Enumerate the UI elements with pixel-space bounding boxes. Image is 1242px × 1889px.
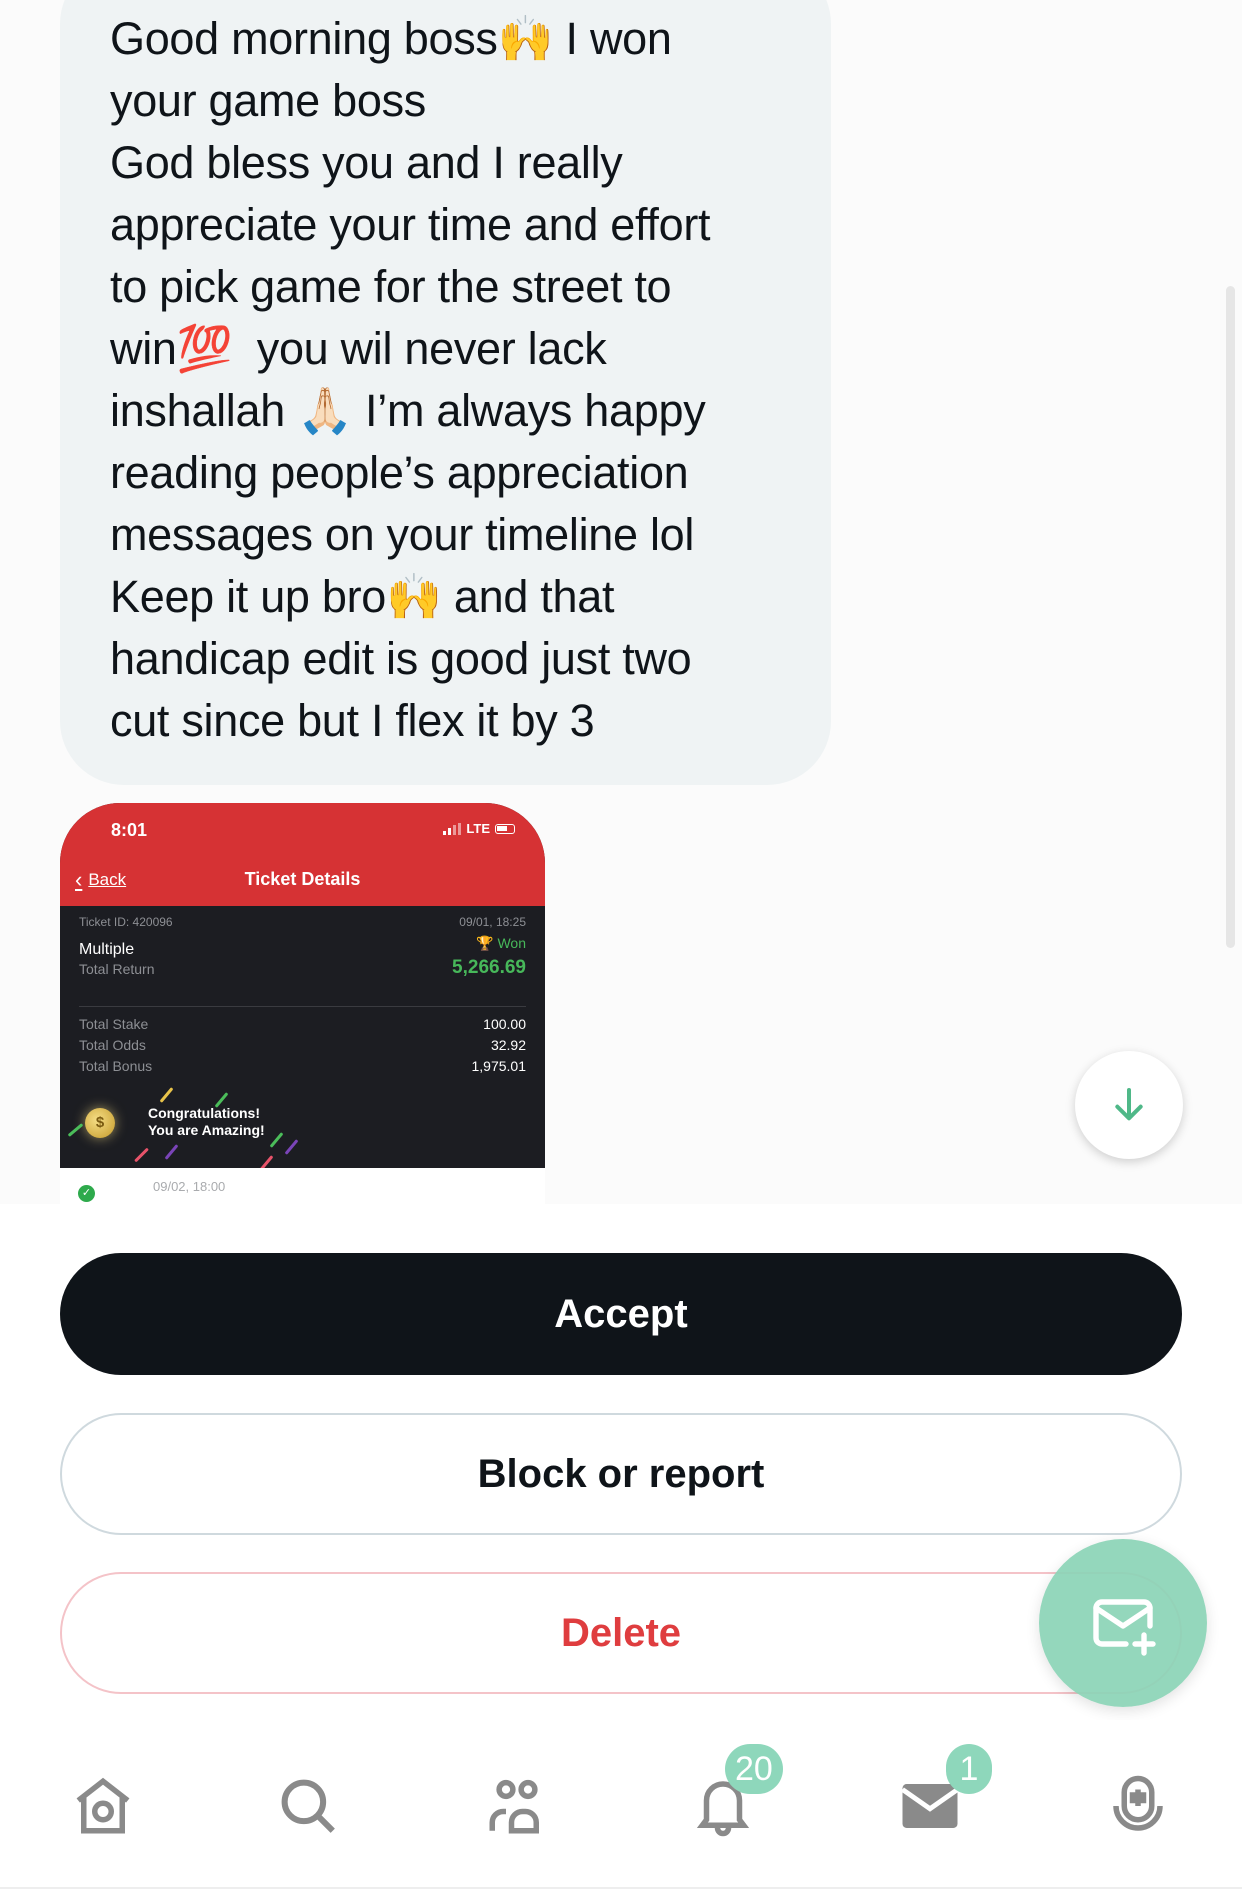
ticket-bet-type: Multiple — [79, 941, 135, 958]
ticket-title: Ticket Details — [244, 869, 361, 889]
ticket-status-time: 8:01 — [111, 820, 148, 840]
congrats-line-1: Congratulations! — [148, 1105, 260, 1121]
confetti — [159, 1087, 174, 1103]
ticket-id: Ticket ID: 420096 — [79, 915, 173, 929]
compose-message-icon — [1093, 1599, 1156, 1656]
nav-home[interactable] — [63, 1766, 143, 1846]
congrats-banner: Congratulations! You are Amazing! — [148, 1105, 265, 1139]
new-message-fab[interactable] — [1039, 1539, 1207, 1707]
leg-date: 09/02, 18:00 — [153, 1179, 226, 1194]
total-stake-label: Total Stake — [79, 1016, 149, 1032]
battery-icon — [495, 823, 515, 834]
confetti — [134, 1147, 149, 1163]
confetti — [164, 1144, 179, 1160]
message-text: Good morning boss🙌 I won your game boss … — [110, 13, 711, 746]
confetti — [269, 1132, 284, 1148]
network-label: LTE — [466, 821, 490, 836]
delete-button[interactable]: Delete — [60, 1572, 1182, 1694]
ticket-status-bar: LTE — [443, 821, 515, 836]
coin-icon: $ — [85, 1108, 115, 1138]
home-icon — [76, 1777, 130, 1834]
bottom-navigation: 20 1 — [0, 1720, 1242, 1889]
attached-image-ticket[interactable]: 8:01 LTE ‹ Back Ticket Details Ticket ID… — [60, 803, 545, 1204]
ticket-placed-at: 09/01, 18:25 — [459, 915, 526, 929]
messages-badge: 1 — [946, 1744, 992, 1794]
total-return-label: Total Return — [79, 961, 155, 977]
total-bonus-label: Total Bonus — [79, 1058, 153, 1074]
spaces-icon — [1113, 1775, 1163, 1831]
confetti — [67, 1123, 84, 1137]
confetti — [284, 1139, 299, 1155]
scrollbar[interactable] — [1226, 286, 1235, 948]
total-return-value: 5,266.69 — [452, 957, 526, 978]
nav-messages[interactable]: 1 — [890, 1744, 992, 1846]
congrats-line-2: You are Amazing! — [148, 1122, 265, 1138]
message-bubble: Good morning boss🙌 I won your game boss … — [60, 0, 831, 785]
block-or-report-button[interactable]: Block or report — [60, 1413, 1182, 1535]
nav-notifications[interactable]: 20 — [683, 1744, 783, 1846]
scroll-to-bottom-button[interactable] — [1075, 1051, 1183, 1159]
conversation-area: Good morning boss🙌 I won your game boss … — [0, 0, 1242, 1204]
nav-communities[interactable] — [477, 1766, 557, 1846]
ticket-leg-row: ✓ 09/02, 18:00 — [60, 1168, 545, 1204]
total-odds-value: 32.92 — [490, 1037, 526, 1053]
ticket-divider — [79, 1006, 526, 1007]
total-bonus-value: 1,975.01 — [471, 1058, 527, 1074]
search-icon — [281, 1779, 335, 1833]
ticket-header: 8:01 LTE ‹ Back Ticket Details — [60, 803, 545, 906]
nav-spaces[interactable] — [1098, 1766, 1178, 1846]
total-stake-value: 100.00 — [483, 1016, 526, 1032]
communities-icon — [489, 1779, 539, 1834]
nav-search[interactable] — [268, 1766, 348, 1846]
ticket-body: Ticket ID: 420096 09/01, 18:25 🏆 Won Mul… — [60, 906, 545, 1171]
arrow-down-icon — [1115, 1088, 1143, 1121]
signal-icon — [443, 822, 462, 835]
accept-button[interactable]: Accept — [60, 1253, 1182, 1375]
check-icon: ✓ — [78, 1185, 95, 1202]
total-odds-label: Total Odds — [79, 1037, 146, 1053]
notifications-badge: 20 — [725, 1744, 783, 1794]
